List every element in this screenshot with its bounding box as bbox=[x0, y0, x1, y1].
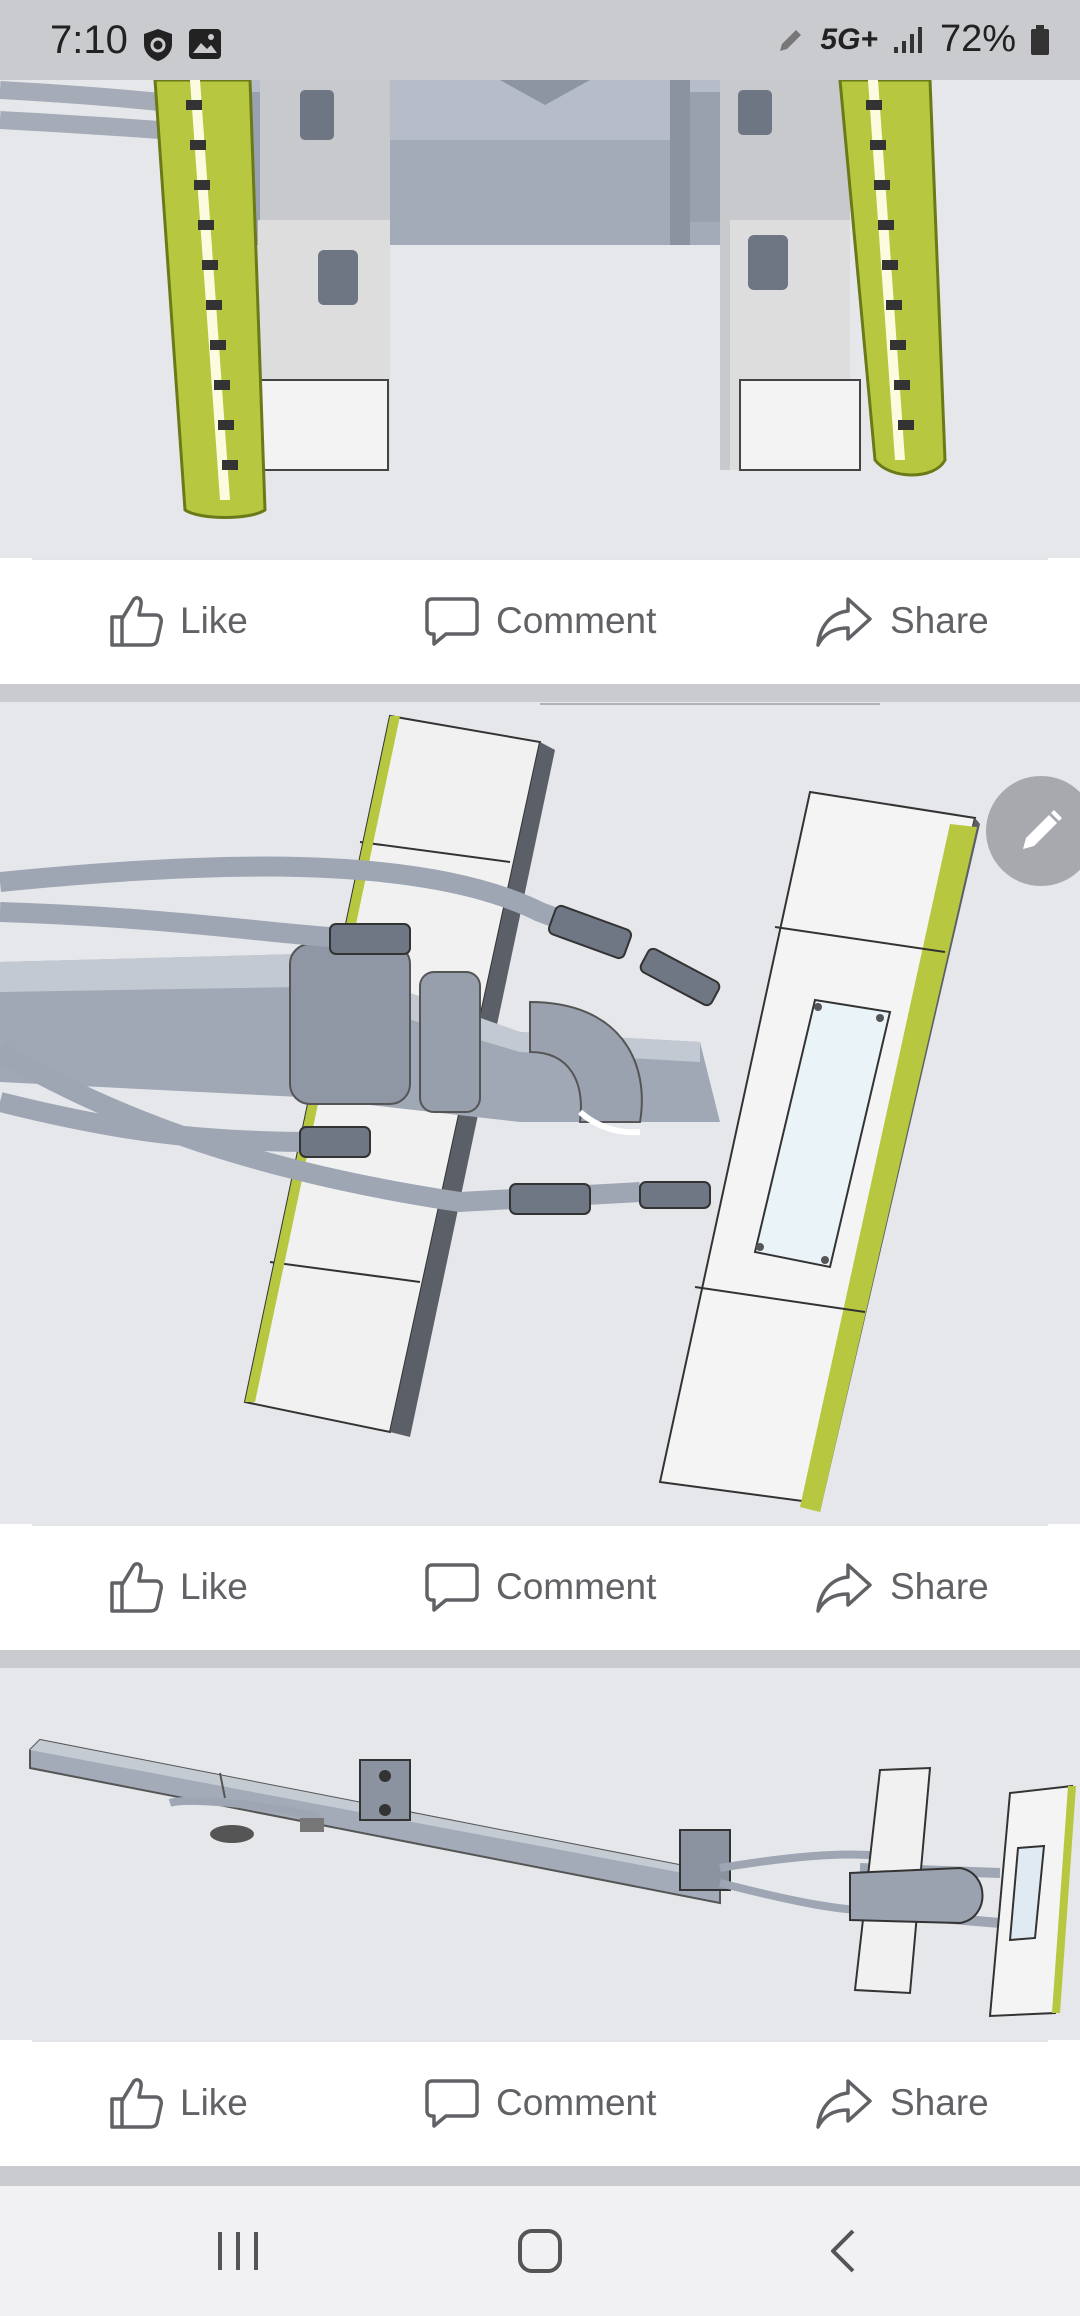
system-nav-bar bbox=[0, 2186, 1080, 2316]
like-button[interactable]: Like bbox=[108, 2040, 248, 2166]
comment-button[interactable]: Comment bbox=[424, 2040, 656, 2166]
comment-icon bbox=[425, 597, 479, 646]
share-label: Share bbox=[890, 2082, 989, 2123]
status-time: 7:10 bbox=[50, 18, 128, 62]
share-icon bbox=[816, 597, 872, 647]
comment-icon bbox=[425, 1563, 479, 1612]
post-separator bbox=[0, 1650, 1080, 1668]
thumbs-up-icon bbox=[110, 2078, 163, 2129]
home-button[interactable] bbox=[500, 2214, 580, 2288]
like-button[interactable]: Like bbox=[108, 1524, 248, 1650]
share-button[interactable]: Share bbox=[814, 558, 989, 684]
post-separator bbox=[0, 684, 1080, 702]
comment-icon bbox=[425, 2079, 479, 2128]
share-icon bbox=[816, 2079, 872, 2129]
comment-button[interactable]: Comment bbox=[424, 558, 656, 684]
cad-model-top-view bbox=[0, 80, 947, 519]
network-type: 5G+ bbox=[820, 22, 878, 56]
cad-model-angled-view bbox=[0, 703, 980, 1512]
share-button[interactable]: Share bbox=[814, 1524, 989, 1650]
cad-model-full-view bbox=[29, 1738, 1076, 2018]
comment-button[interactable]: Comment bbox=[424, 1524, 656, 1650]
thumbs-up-icon bbox=[110, 596, 163, 647]
status-bar: 7:10 5G+ 72% bbox=[0, 0, 1080, 80]
status-right: 5G+ 72% bbox=[776, 18, 1050, 61]
post-image-1[interactable] bbox=[0, 80, 1080, 558]
like-button[interactable]: Like bbox=[108, 558, 248, 684]
comment-label: Comment bbox=[496, 1566, 657, 1607]
shield-icon bbox=[144, 29, 172, 61]
recent-apps-icon bbox=[218, 2232, 258, 2270]
recent-apps-button[interactable] bbox=[198, 2214, 278, 2288]
share-label: Share bbox=[890, 600, 989, 641]
like-label: Like bbox=[180, 2082, 248, 2123]
share-icon bbox=[816, 1563, 872, 1613]
share-button[interactable]: Share bbox=[814, 2040, 989, 2166]
post-actions-1: Like Comment Share bbox=[0, 558, 1080, 684]
back-button[interactable] bbox=[802, 2214, 882, 2288]
image-icon bbox=[189, 29, 221, 59]
post-actions-3: Like Comment Share bbox=[0, 2040, 1080, 2166]
comment-label: Comment bbox=[496, 600, 657, 641]
post-actions-2: Like Comment Share bbox=[0, 1524, 1080, 1650]
like-label: Like bbox=[180, 600, 248, 641]
battery-percent: 72% bbox=[939, 18, 1016, 60]
thumbs-up-icon bbox=[110, 1562, 163, 1613]
post-image-2[interactable] bbox=[0, 702, 1080, 1524]
battery-icon bbox=[1031, 24, 1049, 55]
like-label: Like bbox=[180, 1566, 248, 1607]
share-label: Share bbox=[890, 1566, 989, 1607]
pencil-icon bbox=[1023, 810, 1062, 849]
back-icon bbox=[831, 2229, 855, 2273]
post-separator bbox=[0, 2166, 1080, 2186]
pencil-icon bbox=[780, 29, 802, 51]
signal-icon bbox=[893, 26, 922, 53]
comment-label: Comment bbox=[496, 2082, 657, 2123]
home-icon bbox=[518, 2229, 562, 2273]
post-image-3[interactable] bbox=[0, 1668, 1080, 2040]
